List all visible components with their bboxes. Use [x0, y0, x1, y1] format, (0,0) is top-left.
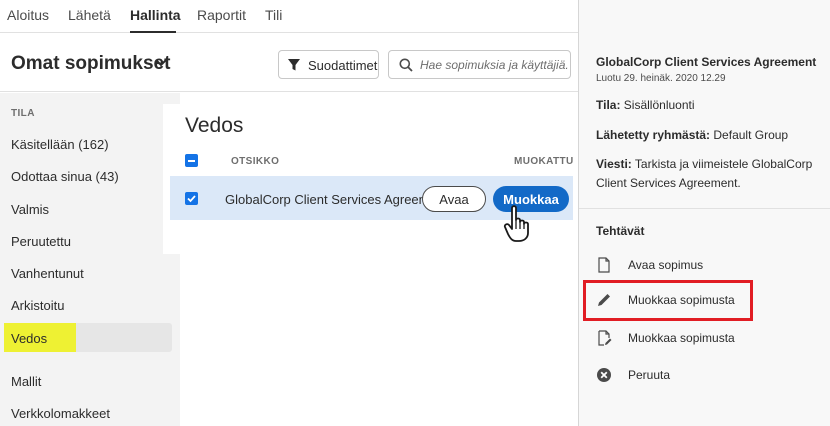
sidebar-item-arkistoitu[interactable]: Arkistoitu	[11, 298, 64, 313]
page-title[interactable]: Omat sopimukset	[11, 53, 170, 75]
group-value: Default Group	[713, 128, 789, 142]
task-cancel[interactable]: Peruuta	[596, 365, 816, 387]
active-tab-indicator	[130, 31, 176, 33]
agreement-title[interactable]: GlobalCorp Client Services Agreement	[225, 192, 448, 207]
tab-tili[interactable]: Tili	[265, 7, 282, 23]
task-label: Peruuta	[628, 368, 671, 382]
search-box[interactable]	[388, 50, 571, 79]
sidebar-item-mallit[interactable]: Mallit	[11, 374, 41, 389]
cancel-circle-icon	[597, 368, 611, 382]
details-message: Viesti: Tarkista ja viimeistele GlobalCo…	[596, 155, 821, 193]
filters-button-label: Suodattimet	[308, 58, 378, 73]
status-label: Tila:	[596, 98, 621, 112]
sidebar-item-vedos[interactable]: Vedos	[11, 331, 47, 346]
task-label: Avaa sopimus	[628, 258, 704, 272]
group-label: Lähetetty ryhmästä:	[596, 128, 711, 142]
sidebar-heading: TILA	[11, 108, 35, 119]
details-group: Lähetetty ryhmästä: Default Group	[596, 126, 821, 145]
sidebar-item-kasitellaan[interactable]: Käsitellään (162)	[11, 137, 109, 152]
hand-pointer-icon	[503, 205, 529, 242]
open-button[interactable]: Avaa	[422, 186, 486, 212]
callout-highlight-box	[583, 280, 753, 321]
search-input[interactable]	[420, 57, 568, 73]
tab-aloitus[interactable]: Aloitus	[7, 7, 49, 23]
tab-laheta[interactable]: Lähetä	[68, 7, 111, 23]
filters-button[interactable]: Suodattimet	[278, 50, 379, 79]
task-edit-agreement-fields[interactable]: Muokkaa sopimusta	[596, 328, 816, 350]
sidebar-item-vanhentunut[interactable]: Vanhentunut	[11, 266, 84, 281]
details-agreement-title: GlobalCorp Client Services Agreement	[596, 55, 817, 69]
details-created-date: Luotu 29. heinäk. 2020 12.29	[596, 73, 726, 84]
sidebar-item-peruutettu[interactable]: Peruutettu	[11, 234, 71, 249]
page-header: Omat sopimukset Suodattimet	[0, 34, 578, 92]
document-edit-icon	[598, 330, 612, 346]
search-icon	[399, 58, 413, 72]
select-all-checkbox[interactable]	[185, 154, 198, 167]
tasks-heading: Tehtävät	[596, 224, 645, 238]
checkmark-icon	[187, 195, 196, 203]
top-navigation: Aloitus Lähetä Hallinta Raportit Tili	[0, 0, 578, 33]
details-divider	[579, 208, 830, 209]
column-header-edited[interactable]: MUOKATTU	[514, 156, 574, 167]
sidebar-item-verkkolomakkeet[interactable]: Verkkolomakkeet	[11, 406, 110, 421]
list-title: Vedos	[185, 114, 244, 137]
row-checkbox[interactable]	[185, 192, 198, 205]
status-value: Sisällönluonti	[623, 98, 695, 112]
document-icon	[598, 257, 610, 273]
sidebar-item-odottaa-sinua[interactable]: Odottaa sinua (43)	[11, 169, 119, 184]
task-label: Muokkaa sopimusta	[628, 331, 735, 345]
status-sidebar: TILA Käsitellään (162) Odottaa sinua (43…	[0, 93, 180, 426]
column-header-title[interactable]: OTSIKKO	[231, 156, 279, 167]
details-status: Tila: Sisällönluonti	[596, 96, 821, 115]
details-panel: GlobalCorp Client Services Agreement Luo…	[578, 0, 830, 426]
sidebar-item-valmis[interactable]: Valmis	[11, 202, 49, 217]
task-open-agreement[interactable]: Avaa sopimus	[596, 255, 816, 277]
tab-hallinta[interactable]: Hallinta	[130, 7, 181, 23]
filter-icon	[288, 59, 300, 71]
tab-raportit[interactable]: Raportit	[197, 7, 246, 23]
chevron-down-icon[interactable]	[155, 57, 167, 67]
message-label: Viesti:	[596, 157, 632, 171]
